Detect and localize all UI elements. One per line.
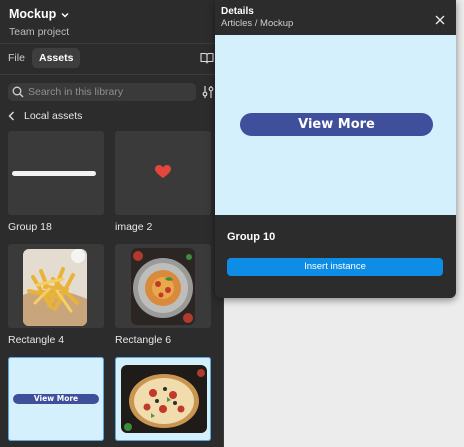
- view-more-preview: View More: [13, 394, 99, 404]
- library-book-icon[interactable]: [200, 51, 214, 69]
- fries-image: [23, 249, 87, 326]
- component-preview: View More: [215, 35, 456, 215]
- asset-thumb-group-18[interactable]: [8, 131, 104, 215]
- divider: [0, 43, 223, 44]
- search-input[interactable]: [28, 86, 196, 98]
- project-header: Mockup Team project: [9, 7, 69, 38]
- tab-assets[interactable]: Assets: [32, 48, 81, 68]
- spaghetti-image: [131, 248, 195, 325]
- insert-instance-button[interactable]: Insert instance: [227, 258, 443, 276]
- asset-label: Rectangle 4: [8, 334, 65, 346]
- chevron-left-icon: [8, 111, 14, 121]
- chevron-down-icon: [61, 7, 69, 21]
- divider: [0, 74, 223, 75]
- component-name: Group 10: [227, 231, 276, 243]
- filter-settings-icon[interactable]: [202, 85, 214, 104]
- project-subtitle: Team project: [9, 26, 70, 38]
- tab-file[interactable]: File: [8, 48, 25, 68]
- search-bar-preview: [12, 171, 96, 176]
- local-assets-label: Local assets: [24, 110, 83, 122]
- details-title: Details: [221, 6, 254, 17]
- heart-icon: [155, 165, 171, 178]
- details-panel: Details Articles / Mockup View More Grou…: [215, 0, 456, 298]
- project-switcher[interactable]: Mockup: [9, 7, 69, 21]
- asset-thumb-view-more-button[interactable]: View More: [8, 357, 104, 441]
- search-box: [8, 83, 196, 101]
- view-more-button-preview: View More: [240, 113, 433, 136]
- details-breadcrumb: Articles / Mockup: [221, 18, 294, 29]
- assets-sidebar: Mockup Team project File Assets Local as…: [0, 0, 224, 447]
- asset-thumb-pizza[interactable]: [115, 357, 211, 441]
- panel-tabs: File Assets: [0, 48, 223, 70]
- asset-label: Group 18: [8, 221, 52, 233]
- asset-label: image 2: [115, 221, 153, 233]
- close-icon[interactable]: [435, 12, 445, 30]
- pizza-image: [121, 365, 207, 433]
- asset-thumb-rectangle-6[interactable]: [115, 244, 211, 328]
- search-icon: [12, 86, 24, 98]
- asset-label: Rectangle 6: [115, 334, 172, 346]
- asset-thumb-image-2[interactable]: [115, 131, 211, 215]
- asset-thumb-rectangle-4[interactable]: [8, 244, 104, 328]
- local-assets-header[interactable]: Local assets: [8, 109, 82, 123]
- project-name: Mockup: [9, 7, 57, 21]
